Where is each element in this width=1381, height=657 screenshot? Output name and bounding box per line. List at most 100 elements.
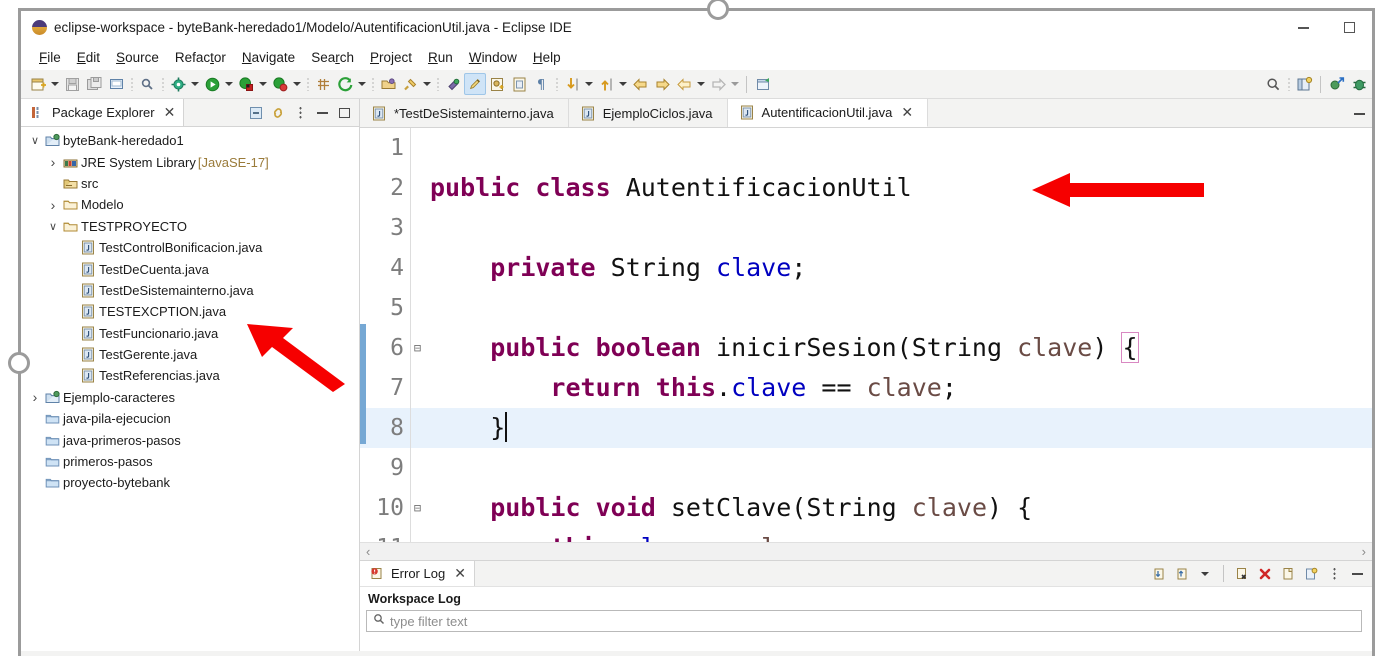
build-dropdown-icon[interactable] (189, 73, 201, 95)
tree-item[interactable]: proyecto-bytebank (21, 472, 359, 493)
tab-error-log[interactable]: Error Log ✕ (360, 561, 475, 586)
save-icon[interactable] (61, 73, 83, 95)
java-editor[interactable]: 1 2 public class AutentificacionUtil 3 4 pri… (360, 128, 1372, 560)
next-edit-dropdown-icon[interactable] (729, 73, 741, 95)
menu-item-help[interactable]: Help (525, 48, 569, 67)
open-type-icon[interactable] (377, 73, 399, 95)
save-all-icon[interactable] (83, 73, 105, 95)
menu-item-edit[interactable]: Edit (69, 48, 108, 67)
next-annotation-icon[interactable] (561, 73, 583, 95)
debug-perspective-icon[interactable] (1348, 73, 1370, 95)
chevron-down-icon[interactable] (45, 216, 61, 237)
last-edit-dropdown-icon[interactable] (695, 73, 707, 95)
minimize-icon[interactable] (1347, 564, 1367, 584)
code-line[interactable]: 10 ⊟ public void setClave(String clave) { (360, 488, 1372, 528)
external-tools-dropdown-icon[interactable] (356, 73, 368, 95)
tree-item[interactable]: JRE System Library [JavaSE-17] (21, 151, 359, 172)
editor-tab[interactable]: EjemploCiclos.java (568, 99, 728, 127)
collapse-all-icon[interactable] (246, 103, 266, 123)
tree-item[interactable]: Modelo (21, 194, 359, 215)
print-icon[interactable] (105, 73, 127, 95)
back-icon[interactable] (629, 73, 651, 95)
tree-item[interactable]: TestDeCuenta.java (21, 258, 359, 279)
view-menu-icon[interactable] (290, 103, 310, 123)
code-viewport[interactable]: 1 2 public class AutentificacionUtil 3 4 pri… (360, 128, 1372, 542)
editor-horizontal-scrollbar[interactable]: ‹ › (360, 542, 1372, 560)
new-wizard-icon[interactable] (27, 73, 49, 95)
restore-log-icon[interactable] (1301, 564, 1321, 584)
tree-item[interactable]: primeros-pasos (21, 451, 359, 472)
tree-item[interactable]: byteBank-heredado1 (21, 130, 359, 151)
new-class-icon[interactable] (486, 73, 508, 95)
new-java-package-icon[interactable] (312, 73, 334, 95)
project-tree[interactable]: byteBank-heredado1 JRE System Library [Ja… (21, 127, 359, 656)
forward-icon[interactable] (651, 73, 673, 95)
link-with-editor-icon[interactable] (268, 103, 288, 123)
search-dropdown-icon[interactable] (421, 73, 433, 95)
debug-dropdown-icon[interactable] (257, 73, 269, 95)
tree-item[interactable]: TESTPROYECTO (21, 216, 359, 237)
menu-item-search[interactable]: Search (303, 48, 362, 67)
chevron-right-icon[interactable] (45, 152, 61, 173)
open-task-icon[interactable] (508, 73, 530, 95)
code-line[interactable]: 8 } (360, 408, 1372, 448)
coverage-icon[interactable] (269, 73, 291, 95)
chevron-right-icon[interactable] (27, 387, 43, 408)
minimize-button[interactable] (1280, 11, 1326, 44)
scroll-right-arrow[interactable]: › (1362, 544, 1366, 559)
quick-access-search-icon[interactable] (136, 73, 158, 95)
show-whitespace-icon[interactable]: ¶ (530, 73, 552, 95)
tree-item[interactable]: TestGerente.java (21, 344, 359, 365)
code-line[interactable]: 9 (360, 448, 1372, 488)
tree-item[interactable]: java-primeros-pasos (21, 429, 359, 450)
tree-item[interactable]: src (21, 173, 359, 194)
tree-item[interactable]: TestFuncionario.java (21, 323, 359, 344)
close-icon[interactable]: ✕ (454, 567, 466, 581)
minimize-icon[interactable] (312, 103, 332, 123)
maximize-icon[interactable] (334, 103, 354, 123)
debug-icon[interactable] (235, 73, 257, 95)
code-line[interactable]: 1 (360, 128, 1372, 168)
clear-log-icon[interactable] (1232, 564, 1252, 584)
menu-item-run[interactable]: Run (420, 48, 461, 67)
coverage-dropdown-icon[interactable] (291, 73, 303, 95)
menu-item-window[interactable]: Window (461, 48, 525, 67)
pin-editor-icon[interactable] (442, 73, 464, 95)
tab-package-explorer[interactable]: Package Explorer ✕ (21, 99, 185, 126)
chevron-right-icon[interactable] (45, 194, 61, 215)
new-editor-icon[interactable] (752, 73, 774, 95)
tree-item[interactable]: Ejemplo-caracteres (21, 387, 359, 408)
next-annotation-dropdown-icon[interactable] (583, 73, 595, 95)
editor-minimize-button[interactable] (1347, 99, 1372, 127)
menu-item-navigate[interactable]: Navigate (234, 48, 303, 67)
export-log-icon[interactable] (1172, 564, 1192, 584)
code-line[interactable]: 2 public class AutentificacionUtil (360, 168, 1372, 208)
fold-collapse-icon[interactable]: ⊟ (410, 488, 424, 528)
quick-access-icon[interactable] (1262, 73, 1284, 95)
run-icon[interactable] (201, 73, 223, 95)
tree-item[interactable]: TESTEXCPTION.java (21, 301, 359, 322)
tree-item[interactable]: TestReferencias.java (21, 365, 359, 386)
code-line[interactable]: 5 (360, 288, 1372, 328)
open-perspective-icon[interactable] (1293, 73, 1315, 95)
code-line[interactable]: 3 (360, 208, 1372, 248)
menu-item-file[interactable]: File (31, 48, 69, 67)
code-line[interactable]: 4 private String clave; (360, 248, 1372, 288)
chevron-down-icon[interactable] (27, 130, 43, 151)
view-menu-icon[interactable] (1324, 564, 1344, 584)
java-perspective-icon[interactable] (1326, 73, 1348, 95)
new-wizard-dropdown-icon[interactable] (49, 73, 61, 95)
editor-tab[interactable]: *TestDeSistemainterno.java (360, 99, 569, 127)
code-line[interactable]: 11 this.clave = clave; (360, 528, 1372, 542)
previous-annotation-dropdown-icon[interactable] (617, 73, 629, 95)
tree-item[interactable]: TestControlBonificacion.java (21, 237, 359, 258)
open-log-icon[interactable] (1278, 564, 1298, 584)
close-icon[interactable]: ✕ (164, 106, 176, 120)
menu-item-source[interactable]: Source (108, 48, 167, 67)
toggle-markoccurrences-icon[interactable] (464, 73, 486, 95)
last-edit-icon[interactable] (673, 73, 695, 95)
run-dropdown-icon[interactable] (223, 73, 235, 95)
import-log-icon[interactable] (1149, 564, 1169, 584)
editor-tab[interactable]: AutentificacionUtil.java ✕ (727, 99, 929, 127)
code-line[interactable]: 7 return this.clave == clave; (360, 368, 1372, 408)
